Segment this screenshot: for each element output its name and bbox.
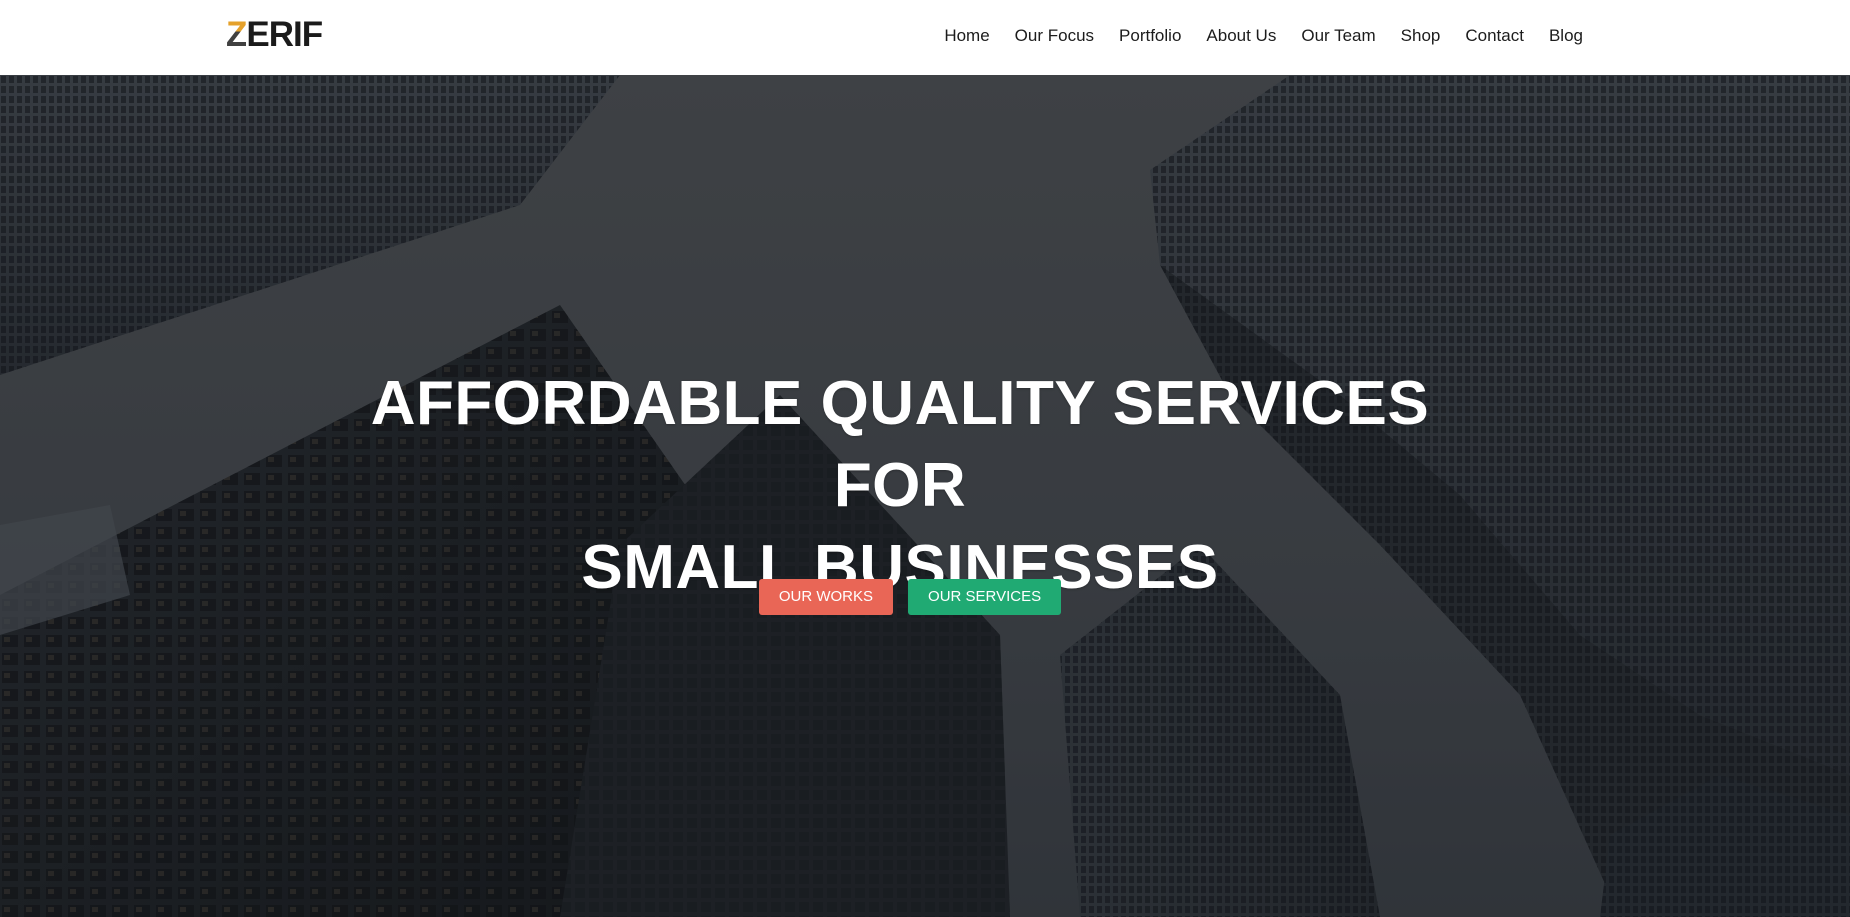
nav-item-blog[interactable]: Blog — [1549, 26, 1583, 46]
site-logo[interactable]: Z ERIF — [226, 15, 323, 54]
logo-rest: ERIF — [246, 15, 323, 54]
nav-item-portfolio[interactable]: Portfolio — [1119, 26, 1181, 46]
our-works-button[interactable]: OUR WORKS — [758, 579, 894, 615]
hero-title-line-1: AFFORDABLE QUALITY SERVICES FOR — [370, 369, 1430, 520]
nav-item-about-us[interactable]: About Us — [1206, 26, 1276, 46]
hero-section: AFFORDABLE QUALITY SERVICES FOR SMALL BU… — [0, 75, 1850, 917]
nav-item-home[interactable]: Home — [944, 26, 989, 46]
nav-item-contact[interactable]: Contact — [1465, 26, 1524, 46]
hero-buttons: OUR WORKS OUR SERVICES — [0, 579, 1850, 615]
our-services-button[interactable]: OUR SERVICES — [908, 579, 1062, 615]
site-header: Z ERIF Home Our Focus Portfolio About Us … — [0, 0, 1850, 75]
nav-item-our-focus[interactable]: Our Focus — [1015, 26, 1094, 46]
nav-item-our-team[interactable]: Our Team — [1301, 26, 1375, 46]
logo-first-letter: Z — [226, 15, 247, 54]
nav-item-shop[interactable]: Shop — [1401, 26, 1441, 46]
main-nav: Home Our Focus Portfolio About Us Our Te… — [919, 0, 1583, 72]
hero-title: AFFORDABLE QUALITY SERVICES FOR SMALL BU… — [300, 363, 1500, 609]
